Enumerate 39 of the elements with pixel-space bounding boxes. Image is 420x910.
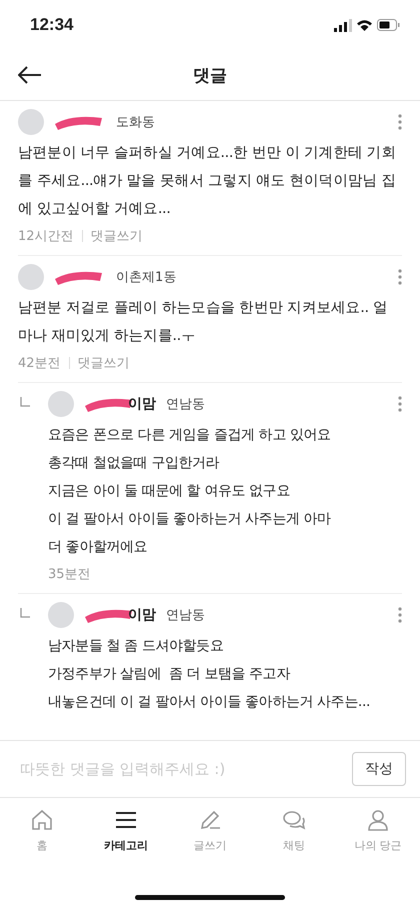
nav-tab[interactable]: 글쓰기: [175, 808, 245, 866]
more-icon[interactable]: [398, 396, 402, 412]
comment-text: 요즘은 폰으로 다른 게임을 즐겁게 하고 있어요 총각때 철없을때 구입한거라 지금은 아이 둘 때문에 할 여유도 없구요 이 걸 팔아서 아이들 좋아하는거 사주는게 아마 더 좋아할꺼에요: [48, 426, 332, 557]
location-label: 이촌제1동: [116, 269, 176, 286]
submit-button[interactable]: 작성: [352, 752, 406, 786]
more-icon[interactable]: [398, 114, 402, 130]
comment-time: 42분전: [18, 355, 61, 372]
comment-text: 남편분 저걸로 플레이 하는모습을 한번만 지켜보세요.. 얼마나 재미있게 하는지를..ㅜ: [18, 299, 388, 346]
avatar: [18, 109, 44, 135]
avatar: [48, 602, 74, 628]
comment-time: 35분전: [48, 566, 91, 583]
comment-text: 남편분이 너무 슬퍼하실 거예요...한 번만 이 기계한테 기회를 주세요...얘가 말을 못해서 그렇지 얘도 현이덕이맘님 집에 있고싶어할 거예요...: [18, 144, 397, 219]
wifi-icon: [357, 19, 372, 31]
home-icon: [30, 808, 54, 832]
nav-tab[interactable]: 카테고리: [91, 808, 161, 866]
avatar: [48, 391, 74, 417]
chat-icon: [282, 808, 306, 832]
comment-time: 12시간전: [18, 228, 74, 245]
reply-indicator-icon: [20, 397, 30, 407]
signal-icon: [334, 18, 352, 32]
status-time: 12:34: [30, 15, 74, 35]
location-label: 도화동: [116, 114, 155, 131]
nav-tab[interactable]: 나의 당근: [343, 808, 413, 866]
header-title: 댓글: [192, 64, 228, 86]
more-icon[interactable]: [398, 607, 402, 623]
pencil-icon: [198, 808, 222, 832]
more-icon[interactable]: [398, 269, 402, 285]
avatar: [18, 264, 44, 290]
reply-link[interactable]: 댓글쓰기: [78, 354, 130, 372]
nav-tab[interactable]: 홈: [7, 808, 77, 866]
back-icon[interactable]: [18, 66, 42, 84]
location-label: 연남동: [166, 396, 205, 413]
reply-indicator-icon: [20, 608, 30, 618]
nav-tab[interactable]: 채팅: [259, 808, 329, 866]
reply-link[interactable]: 댓글쓰기: [90, 227, 143, 245]
battery-icon: [377, 19, 400, 31]
person-icon: [366, 808, 390, 832]
location-label: 연남동: [166, 607, 205, 624]
comment-text: 남자분들 철 좀 드셔야할듯요 가정주부가 살림에 좀 더 보탬을 주고자 내놓은건데 이 걸 팔아서 아이들 좋아하는거 사주는...: [48, 637, 372, 712]
